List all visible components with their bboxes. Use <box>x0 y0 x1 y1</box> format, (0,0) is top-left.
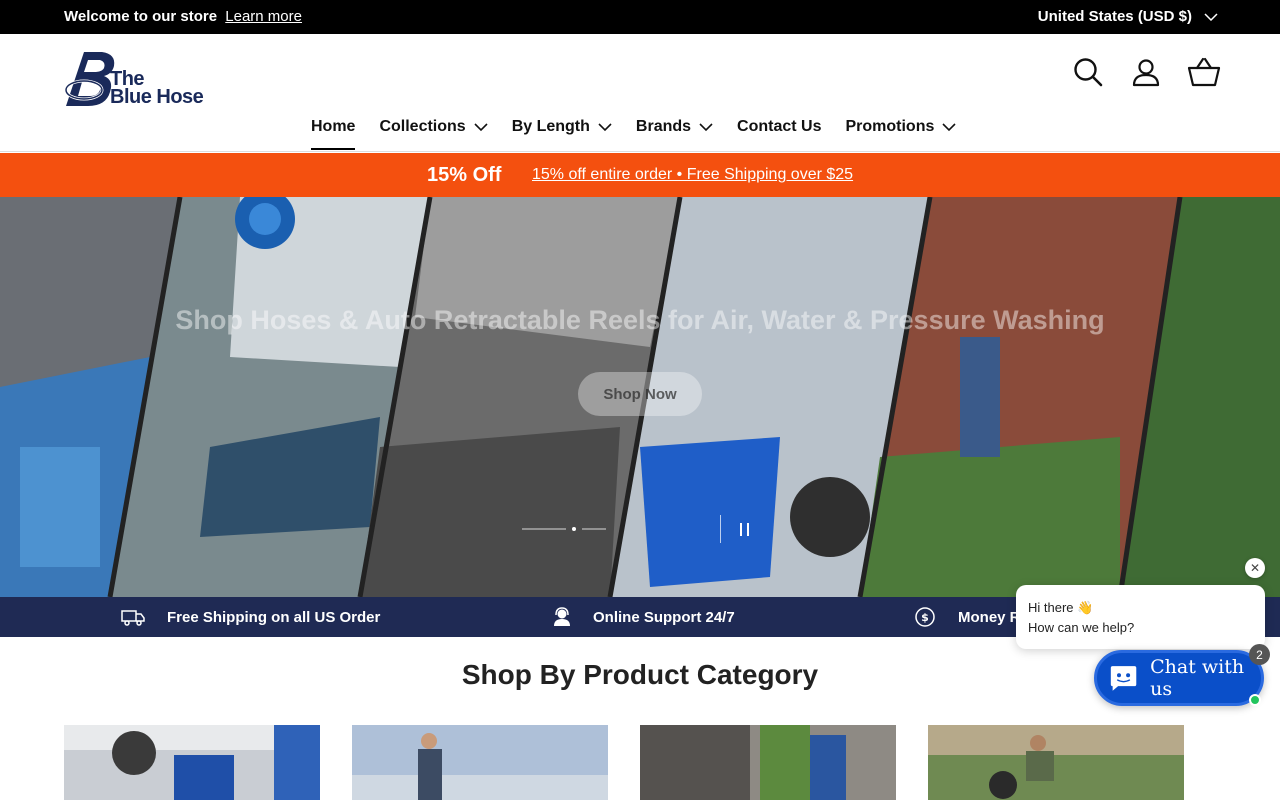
money-icon: $ <box>915 607 935 627</box>
category-image <box>928 725 1184 800</box>
nav-contact-us-label: Contact Us <box>737 118 822 135</box>
feature-label: Online Support 24/7 <box>593 608 735 626</box>
nav-home[interactable]: Home <box>311 118 356 152</box>
slide-indicator[interactable] <box>582 528 606 530</box>
section-title: Shop By Product Category <box>461 659 819 690</box>
online-status-dot <box>1249 694 1261 706</box>
welcome-text: Welcome to our store Learn more <box>64 8 302 25</box>
nav-by-length[interactable]: By Length <box>512 118 612 152</box>
pause-icon <box>740 522 742 536</box>
nav-collections[interactable]: Collections <box>379 118 488 152</box>
pause-icon-bar <box>747 522 749 536</box>
chevron-down-icon <box>1204 12 1218 21</box>
category-image <box>64 725 320 800</box>
nav-promotions-label: Promotions <box>845 118 935 135</box>
chat-close-button[interactable]: ✕ <box>1245 558 1265 578</box>
nav-home-label: Home <box>311 118 356 135</box>
feature-money-back: $ Money R <box>914 597 1021 637</box>
category-card[interactable] <box>640 725 896 800</box>
nav-brands-label: Brands <box>635 118 692 135</box>
chat-button-label: Chat with us <box>1150 656 1245 700</box>
chevron-down-icon <box>699 123 713 132</box>
nav-promotions[interactable]: Promotions <box>845 118 956 152</box>
promo-highlight: 15% Off <box>427 164 502 186</box>
logo-text-line2: Blue Hose <box>110 86 204 108</box>
slide-indicator-active[interactable] <box>572 527 576 531</box>
support-icon <box>554 607 570 626</box>
hero-title: Shop Hoses & Auto Retractable Reels for … <box>175 305 1105 335</box>
category-card[interactable] <box>352 725 608 800</box>
pause-button[interactable] <box>720 515 768 543</box>
hero-slideshow: Shop Hoses & Auto Retractable Reels for … <box>0 197 1280 597</box>
cart-icon <box>1187 57 1221 87</box>
feature-label: Money R <box>958 608 1021 626</box>
chat-greeting-bubble[interactable]: Hi there 👋 How can we help? <box>1016 585 1265 649</box>
country-selector[interactable]: United States (USD $) <box>1038 8 1218 25</box>
slide-indicator[interactable] <box>522 528 566 530</box>
category-card[interactable] <box>64 725 320 800</box>
promo-bar: 15% Off 15% off entire order • Free Ship… <box>0 153 1280 197</box>
cart-button[interactable] <box>1186 54 1222 90</box>
chevron-down-icon <box>942 123 956 132</box>
welcome-label: Welcome to our store <box>64 8 218 25</box>
account-icon <box>1132 59 1160 87</box>
header-actions <box>1070 54 1222 90</box>
site-header: The Blue Hose Home Collections By Length… <box>0 34 1280 152</box>
feature-label: Free Shipping on all US Order <box>167 608 381 626</box>
nav-collections-label: Collections <box>379 118 466 135</box>
learn-more-link[interactable]: Learn more <box>225 8 302 25</box>
chat-launcher-button[interactable]: Chat with us <box>1094 650 1264 706</box>
country-label: United States (USD $) <box>1037 8 1192 25</box>
chat-greeting: Hi there 👋 <box>1028 600 1094 615</box>
slide-indicators <box>522 527 606 531</box>
nav-contact-us[interactable]: Contact Us <box>737 118 821 152</box>
shop-now-button[interactable]: Shop Now <box>578 372 702 416</box>
search-icon <box>1074 58 1103 87</box>
main-nav: Home Collections By Length Brands Contac… <box>311 118 956 152</box>
chat-prompt: How can we help? <box>1028 620 1135 635</box>
announcement-bar: Welcome to our store Learn more United S… <box>0 0 1280 34</box>
category-image <box>352 725 608 800</box>
nav-brands[interactable]: Brands <box>636 118 713 152</box>
feature-free-shipping: Free Shipping on all US Order <box>121 597 380 637</box>
chat-icon <box>1110 666 1137 691</box>
site-logo[interactable]: The Blue Hose <box>64 50 216 108</box>
account-button[interactable] <box>1128 54 1164 90</box>
svg-text:$: $ <box>921 611 929 624</box>
chat-unread-badge: 2 <box>1249 644 1270 665</box>
nav-by-length-label: By Length <box>511 118 590 135</box>
feature-online-support: Online Support 24/7 <box>553 597 735 637</box>
truck-icon <box>121 610 145 626</box>
search-button[interactable] <box>1070 54 1106 90</box>
promo-link[interactable]: 15% off entire order • Free Shipping ove… <box>532 166 853 184</box>
chevron-down-icon <box>598 123 612 132</box>
chevron-down-icon <box>474 123 488 132</box>
category-image <box>640 725 896 800</box>
category-card[interactable] <box>928 725 1184 800</box>
